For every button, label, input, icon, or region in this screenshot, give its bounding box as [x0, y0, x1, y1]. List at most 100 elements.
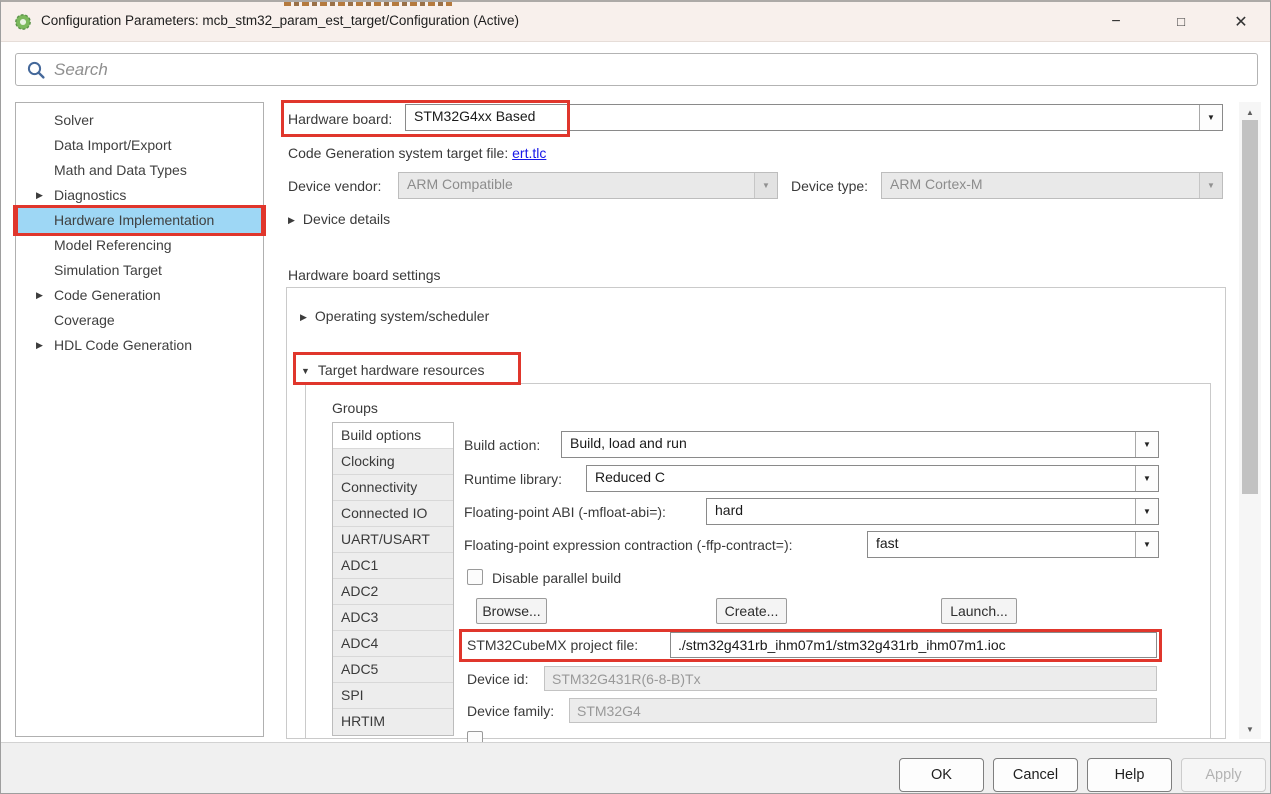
device-vendor-combobox: ARM Compatible ▼ [398, 172, 778, 199]
float-abi-value: hard [715, 502, 743, 518]
ert-tlc-link[interactable]: ert.tlc [512, 145, 546, 161]
runtime-library-combobox[interactable]: Reduced C ▼ [586, 465, 1159, 492]
dropdown-arrow-icon[interactable]: ▼ [1135, 466, 1158, 491]
group-item-adc3[interactable]: ADC3 [333, 605, 453, 631]
dropdown-arrow-icon[interactable]: ▼ [1135, 499, 1158, 524]
hardware-board-label: Hardware board: [288, 108, 392, 130]
group-item-clocking[interactable]: Clocking [333, 449, 453, 475]
float-abi-label: Floating-point ABI (-mfloat-abi=): [464, 501, 666, 523]
sidebar-item-solver[interactable]: Solver [16, 108, 263, 133]
configuration-parameters-window: Configuration Parameters: mcb_stm32_para… [0, 0, 1271, 794]
simulink-gear-icon [14, 13, 32, 31]
launch-button[interactable]: Launch... [941, 598, 1017, 624]
group-item-adc5[interactable]: ADC5 [333, 657, 453, 683]
sidebar-item-simulation-target[interactable]: Simulation Target [16, 258, 263, 283]
create-button[interactable]: Create... [716, 598, 787, 624]
group-item-connectivity[interactable]: Connectivity [333, 475, 453, 501]
target-file-label: Code Generation system target file: [288, 145, 508, 161]
disable-parallel-build-label: Disable parallel build [492, 567, 621, 589]
hardware-board-combobox[interactable]: STM32G4xx Based ▼ [405, 104, 1223, 131]
build-action-combobox[interactable]: Build, load and run ▼ [561, 431, 1159, 458]
browse-button[interactable]: Browse... [476, 598, 547, 624]
ffp-contract-label: Floating-point expression contraction (-… [464, 534, 793, 556]
close-button[interactable]: ✕ [1218, 2, 1264, 41]
group-item-build-options[interactable]: Build options [333, 423, 453, 449]
os-scheduler-label: Operating system/scheduler [315, 308, 489, 324]
sidebar-item-label: HDL Code Generation [54, 337, 192, 353]
device-vendor-label: Device vendor: [288, 175, 381, 197]
scrollbar-thumb[interactable] [1242, 120, 1258, 494]
dropdown-arrow-icon[interactable]: ▼ [1199, 105, 1222, 130]
target-file-row: Code Generation system target file: ert.… [288, 142, 546, 164]
groups-label: Groups [332, 397, 378, 419]
device-type-label: Device type: [791, 175, 868, 197]
group-item-adc4[interactable]: ADC4 [333, 631, 453, 657]
cubemx-project-file-input[interactable]: ./stm32g431rb_ihm07m1/stm32g431rb_ihm07m… [670, 632, 1157, 658]
chevron-right-icon: ▶ [36, 333, 43, 358]
build-action-value: Build, load and run [570, 435, 687, 451]
build-action-label: Build action: [464, 434, 540, 456]
sidebar-item-diagnostics[interactable]: ▶Diagnostics [16, 183, 263, 208]
dropdown-arrow-icon[interactable]: ▼ [1135, 432, 1158, 457]
minimize-icon: − [1111, 13, 1120, 31]
device-id-input: STM32G431R(6-8-B)Tx [544, 666, 1157, 691]
group-item-connected-io[interactable]: Connected IO [333, 501, 453, 527]
sidebar-item-math-and-data-types[interactable]: Math and Data Types [16, 158, 263, 183]
close-icon: ✕ [1234, 12, 1247, 32]
disable-parallel-build-checkbox[interactable] [467, 569, 483, 585]
maximize-button[interactable]: □ [1158, 2, 1204, 41]
os-scheduler-disclosure[interactable]: ▶ Operating system/scheduler [300, 306, 489, 327]
title-bar: Configuration Parameters: mcb_stm32_para… [1, 2, 1270, 42]
group-item-uart-usart[interactable]: UART/USART [333, 527, 453, 553]
device-details-label: Device details [303, 211, 390, 227]
dropdown-arrow-icon[interactable]: ▼ [1135, 532, 1158, 557]
dropdown-arrow-icon: ▼ [754, 173, 777, 198]
background-page-artifact [284, 2, 452, 6]
group-item-adc1[interactable]: ADC1 [333, 553, 453, 579]
device-vendor-value: ARM Compatible [407, 176, 513, 192]
sidebar-item-model-referencing[interactable]: Model Referencing [16, 233, 263, 258]
group-item-hrtim[interactable]: HRTIM [333, 709, 453, 735]
device-id-label: Device id: [467, 668, 528, 690]
scroll-up-icon[interactable]: ▲ [1239, 104, 1261, 120]
device-family-label: Device family: [467, 700, 554, 722]
sidebar-tree: Solver Data Import/Export Math and Data … [15, 102, 264, 737]
sidebar-item-hdl-code-generation[interactable]: ▶ HDL Code Generation [16, 333, 263, 358]
minimize-button[interactable]: − [1093, 2, 1139, 41]
target-hardware-resources-label: Target hardware resources [318, 362, 485, 378]
sidebar-item-coverage[interactable]: Coverage [16, 308, 263, 333]
runtime-library-value: Reduced C [595, 469, 665, 485]
chevron-right-icon: ▶ [300, 312, 307, 322]
sidebar-item-label: Code Generation [54, 287, 161, 303]
device-type-value: ARM Cortex-M [890, 176, 983, 192]
sidebar-item-data-import-export[interactable]: Data Import/Export [16, 133, 263, 158]
dropdown-arrow-icon: ▼ [1199, 173, 1222, 198]
cubemx-project-file-label: STM32CubeMX project file: [467, 634, 638, 656]
maximize-icon: □ [1177, 14, 1185, 29]
vertical-scrollbar[interactable]: ▲ ▼ [1239, 102, 1261, 739]
runtime-library-label: Runtime library: [464, 468, 562, 490]
groups-list: Build options Clocking Connectivity Conn… [332, 422, 454, 736]
footer-bar: OK Cancel Help Apply [1, 742, 1270, 794]
search-icon [26, 60, 46, 80]
group-item-adc2[interactable]: ADC2 [333, 579, 453, 605]
ok-button[interactable]: OK [899, 758, 984, 792]
ffp-contract-value: fast [876, 535, 899, 551]
sidebar-item-code-generation[interactable]: ▶ Code Generation [16, 283, 263, 308]
cancel-button[interactable]: Cancel [993, 758, 1078, 792]
ffp-contract-combobox[interactable]: fast ▼ [867, 531, 1159, 558]
target-hardware-resources-disclosure[interactable]: ▼ Target hardware resources [301, 360, 484, 381]
sidebar-item-hardware-implementation[interactable]: Hardware Implementation [16, 208, 263, 233]
hardware-board-value: STM32G4xx Based [414, 108, 535, 124]
search-input[interactable] [54, 56, 1244, 83]
device-details-disclosure[interactable]: ▶Device details [288, 209, 390, 230]
scroll-down-icon[interactable]: ▼ [1239, 721, 1261, 737]
window-title: Configuration Parameters: mcb_stm32_para… [41, 13, 519, 28]
hardware-board-settings-title: Hardware board settings [288, 264, 441, 286]
help-button[interactable]: Help [1087, 758, 1172, 792]
group-item-spi[interactable]: SPI [333, 683, 453, 709]
chevron-down-icon: ▼ [301, 366, 310, 376]
device-type-combobox: ARM Cortex-M ▼ [881, 172, 1223, 199]
float-abi-combobox[interactable]: hard ▼ [706, 498, 1159, 525]
chevron-right-icon: ▶ [36, 283, 43, 308]
